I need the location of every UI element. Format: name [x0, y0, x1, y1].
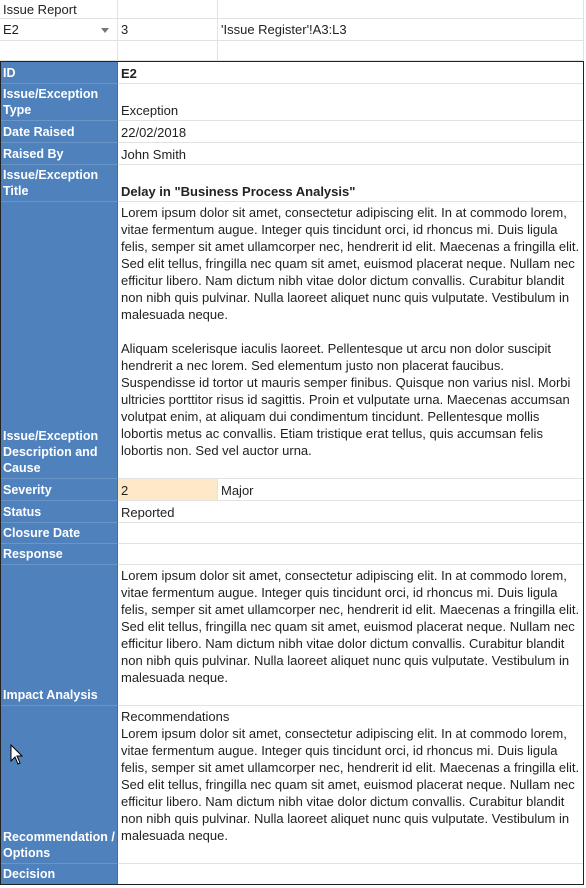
sheet-row-2: E2 3 'Issue Register'!A3:L3	[0, 19, 584, 41]
field-value-response[interactable]	[118, 544, 584, 565]
row-count-cell[interactable]: 3	[118, 19, 218, 41]
sheet-row-1: Issue Report	[0, 0, 584, 19]
field-row-type: Issue/Exception Type Exception	[0, 84, 584, 121]
field-value-type[interactable]: Exception	[118, 84, 584, 121]
field-row-title: Issue/Exception Title Delay in "Business…	[0, 165, 584, 202]
field-label-closure-date: Closure Date	[0, 523, 118, 544]
issue-selector-dropdown[interactable]: E2	[0, 19, 118, 41]
field-row-status: Status Reported	[0, 501, 584, 523]
field-value-closure-date[interactable]	[118, 523, 584, 544]
field-row-impact: Impact Analysis Lorem ipsum dolor sit am…	[0, 565, 584, 706]
field-row-closure-date: Closure Date	[0, 523, 584, 544]
field-row-id: ID E2	[0, 62, 584, 84]
field-value-status[interactable]: Reported	[118, 501, 584, 523]
empty-cell[interactable]	[118, 0, 218, 19]
description-text: Lorem ipsum dolor sit amet, consectetur …	[121, 205, 580, 458]
field-value-date-raised[interactable]: 22/02/2018	[118, 121, 584, 143]
sheet-row-3	[0, 41, 584, 61]
field-value-description[interactable]: Lorem ipsum dolor sit amet, consectetur …	[118, 202, 584, 479]
field-row-raised-by: Raised By John Smith	[0, 143, 584, 165]
range-ref: 'Issue Register'!A3:L3	[221, 22, 347, 37]
field-label-raised-by: Raised By	[0, 143, 118, 165]
field-label-status: Status	[0, 501, 118, 523]
report-title-cell[interactable]: Issue Report	[0, 0, 118, 19]
field-value-raised-by[interactable]: John Smith	[118, 143, 584, 165]
recommendation-text: Recommendations Lorem ipsum dolor sit am…	[121, 709, 580, 843]
empty-cell[interactable]	[218, 0, 584, 19]
field-label-date-raised: Date Raised	[0, 121, 118, 143]
field-label-impact: Impact Analysis	[0, 565, 118, 706]
field-value-recommendation[interactable]: Recommendations Lorem ipsum dolor sit am…	[118, 706, 584, 864]
field-row-decision: Decision	[0, 864, 584, 885]
chevron-down-icon[interactable]	[101, 28, 109, 33]
report-title: Issue Report	[3, 1, 77, 17]
field-label-severity: Severity	[0, 479, 118, 501]
field-value-title[interactable]: Delay in "Business Process Analysis"	[118, 165, 584, 202]
field-row-severity: Severity 2 Major	[0, 479, 584, 501]
field-label-title: Issue/Exception Title	[0, 165, 118, 202]
field-row-date-raised: Date Raised 22/02/2018	[0, 121, 584, 143]
mouse-pointer-icon	[10, 744, 24, 765]
issue-selector-value: E2	[3, 22, 19, 37]
field-label-id: ID	[0, 62, 118, 84]
field-label-description: Issue/Exception Description and Cause	[0, 202, 118, 479]
empty-cell[interactable]	[0, 41, 118, 61]
field-label-recommendation: Recommendation / Options	[0, 706, 118, 864]
field-row-recommendation: Recommendation / Options Recommendations…	[0, 706, 584, 864]
field-label-response: Response	[0, 544, 118, 565]
range-ref-cell[interactable]: 'Issue Register'!A3:L3	[218, 19, 584, 41]
field-value-impact[interactable]: Lorem ipsum dolor sit amet, consectetur …	[118, 565, 584, 706]
field-label-type: Issue/Exception Type	[0, 84, 118, 121]
row-count: 3	[121, 22, 129, 37]
field-value-severity[interactable]: 2	[118, 479, 218, 501]
impact-text: Lorem ipsum dolor sit amet, consectetur …	[121, 568, 583, 685]
field-row-response: Response	[0, 544, 584, 565]
empty-cell[interactable]	[118, 41, 218, 61]
field-label-decision: Decision	[0, 864, 118, 885]
field-value-decision[interactable]	[118, 864, 584, 885]
field-value-severity-text[interactable]: Major	[218, 479, 584, 501]
field-row-description: Issue/Exception Description and Cause Lo…	[0, 202, 584, 479]
field-value-id[interactable]: E2	[118, 62, 584, 84]
empty-cell[interactable]	[218, 41, 584, 61]
